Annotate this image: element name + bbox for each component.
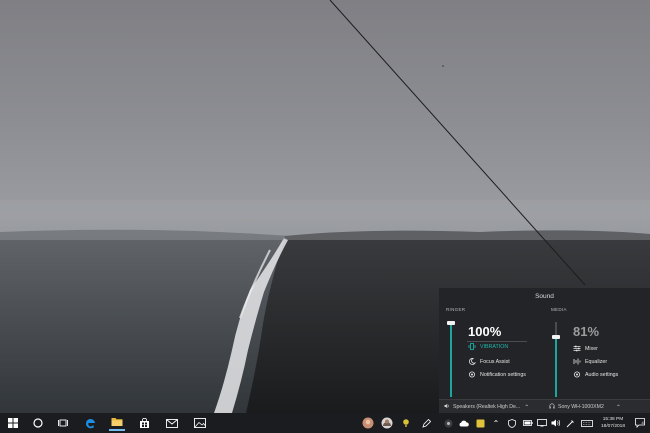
svg-text:4: 4 — [641, 420, 644, 425]
tray-app-icon — [444, 419, 452, 427]
store-button[interactable] — [136, 415, 152, 431]
vibration-icon — [468, 343, 476, 350]
chevron-up-icon: ⌃ — [524, 404, 530, 411]
start-button[interactable] — [5, 415, 21, 431]
chevron-up-icon: ⌃ — [492, 418, 500, 428]
stylus-icon — [566, 419, 574, 427]
equalizer-button[interactable]: Equalizer — [573, 358, 607, 365]
task-view-icon — [57, 419, 68, 427]
clock-time: 15:38 PM — [602, 417, 624, 422]
volume-tray-button[interactable] — [550, 417, 562, 429]
notification-icon: 4 — [634, 418, 645, 428]
taskbar: ⌃ 15:38 PM 18/07/2018 4 — [0, 413, 650, 433]
equalizer-label: Equalizer — [585, 358, 608, 365]
pen-icon — [421, 418, 431, 428]
action-center-button[interactable]: 4 — [633, 417, 646, 429]
media-slider-thumb[interactable] — [552, 335, 560, 339]
clock-date: 18/07/2018 — [600, 424, 625, 429]
keyboard-icon — [581, 419, 593, 427]
flyout-title: Sound — [535, 293, 554, 300]
avatar-icon — [362, 417, 374, 429]
cortana-circle-icon — [33, 418, 43, 428]
tray-circle-app[interactable] — [442, 417, 454, 429]
shield-icon — [508, 418, 516, 428]
moon-icon — [468, 358, 477, 365]
pen-tray-button[interactable] — [564, 417, 576, 429]
media-slider-fill — [555, 336, 557, 397]
bulb-icon — [403, 419, 409, 427]
mixer-button[interactable]: Mixer — [573, 345, 598, 352]
onedrive-tray-button[interactable] — [458, 417, 470, 429]
ringer-percent: 100% — [468, 324, 502, 339]
chevron-up-icon: ⌃ — [615, 404, 621, 411]
avatar-icon — [381, 417, 393, 429]
speaker-icon — [444, 403, 450, 411]
ringer-divider — [467, 341, 527, 342]
sound-flyout: Sound — [439, 288, 650, 413]
notification-settings-label: Notification settings — [480, 371, 526, 378]
equalizer-icon — [573, 358, 581, 365]
media-label: MEDIA — [551, 307, 567, 312]
show-hidden-icons-button[interactable]: ⌃ — [490, 417, 502, 429]
mail-envelope-icon — [166, 418, 178, 428]
mixer-icon — [573, 345, 581, 352]
tray-yellow-app[interactable] — [474, 417, 486, 429]
security-tray-button[interactable] — [506, 417, 518, 429]
photos-button[interactable] — [192, 415, 208, 431]
tray-app-button[interactable] — [398, 415, 414, 431]
network-icon — [537, 419, 547, 427]
edge-icon — [85, 418, 95, 428]
gear-icon — [573, 371, 581, 378]
gear-icon — [468, 371, 476, 378]
focus-assist-label: Focus Assist — [480, 358, 510, 365]
speakers-device-name: Speakers (Realtek High De... — [453, 404, 521, 410]
people-avatar-button-2[interactable] — [379, 415, 395, 431]
audio-settings-label: Audio settings — [585, 371, 619, 378]
edge-browser-button[interactable] — [82, 415, 98, 431]
battery-tray-button[interactable] — [522, 417, 534, 429]
mixer-label: Mixer — [585, 345, 598, 352]
volume-icon — [551, 419, 561, 427]
mail-button[interactable] — [164, 415, 180, 431]
ringer-slider-thumb[interactable] — [447, 321, 455, 325]
people-avatar-button[interactable] — [360, 415, 376, 431]
focus-assist-button[interactable]: Focus Assist — [468, 358, 510, 365]
store-bag-icon — [139, 417, 149, 428]
network-tray-button[interactable] — [536, 417, 548, 429]
tray-app-icon — [476, 419, 484, 427]
output-device-bar: Speakers (Realtek High De... ⌃ Sony WH-1… — [439, 399, 650, 414]
cortana-button[interactable] — [30, 415, 46, 431]
vibration-toggle[interactable]: VIBRATION — [468, 343, 508, 350]
file-explorer-button[interactable] — [109, 415, 125, 431]
headphones-device-selector[interactable]: Sony WH-1000XM2 ⌃ — [549, 403, 621, 411]
clock[interactable]: 15:38 PM 18/07/2018 — [596, 416, 630, 430]
keyboard-tray-button[interactable] — [580, 417, 594, 429]
speakers-device-selector[interactable]: Speakers (Realtek High De... ⌃ — [444, 403, 529, 411]
headphones-device-name: Sony WH-1000XM2 — [558, 404, 604, 410]
ringer-slider-fill — [450, 322, 452, 397]
photos-icon — [194, 418, 206, 428]
cloud-icon — [459, 420, 469, 426]
audio-settings-button[interactable]: Audio settings — [573, 371, 618, 378]
ringer-label: RINGER — [446, 307, 466, 312]
notification-settings-button[interactable]: Notification settings — [468, 371, 526, 378]
pen-workspace-button[interactable] — [420, 417, 432, 429]
headphones-icon — [549, 403, 555, 411]
windows-logo-icon — [8, 418, 18, 428]
vibration-label: VIBRATION — [480, 343, 509, 350]
battery-icon — [523, 420, 533, 426]
task-view-button[interactable] — [55, 415, 71, 431]
media-percent: 81% — [573, 324, 600, 339]
folder-icon — [111, 418, 123, 426]
